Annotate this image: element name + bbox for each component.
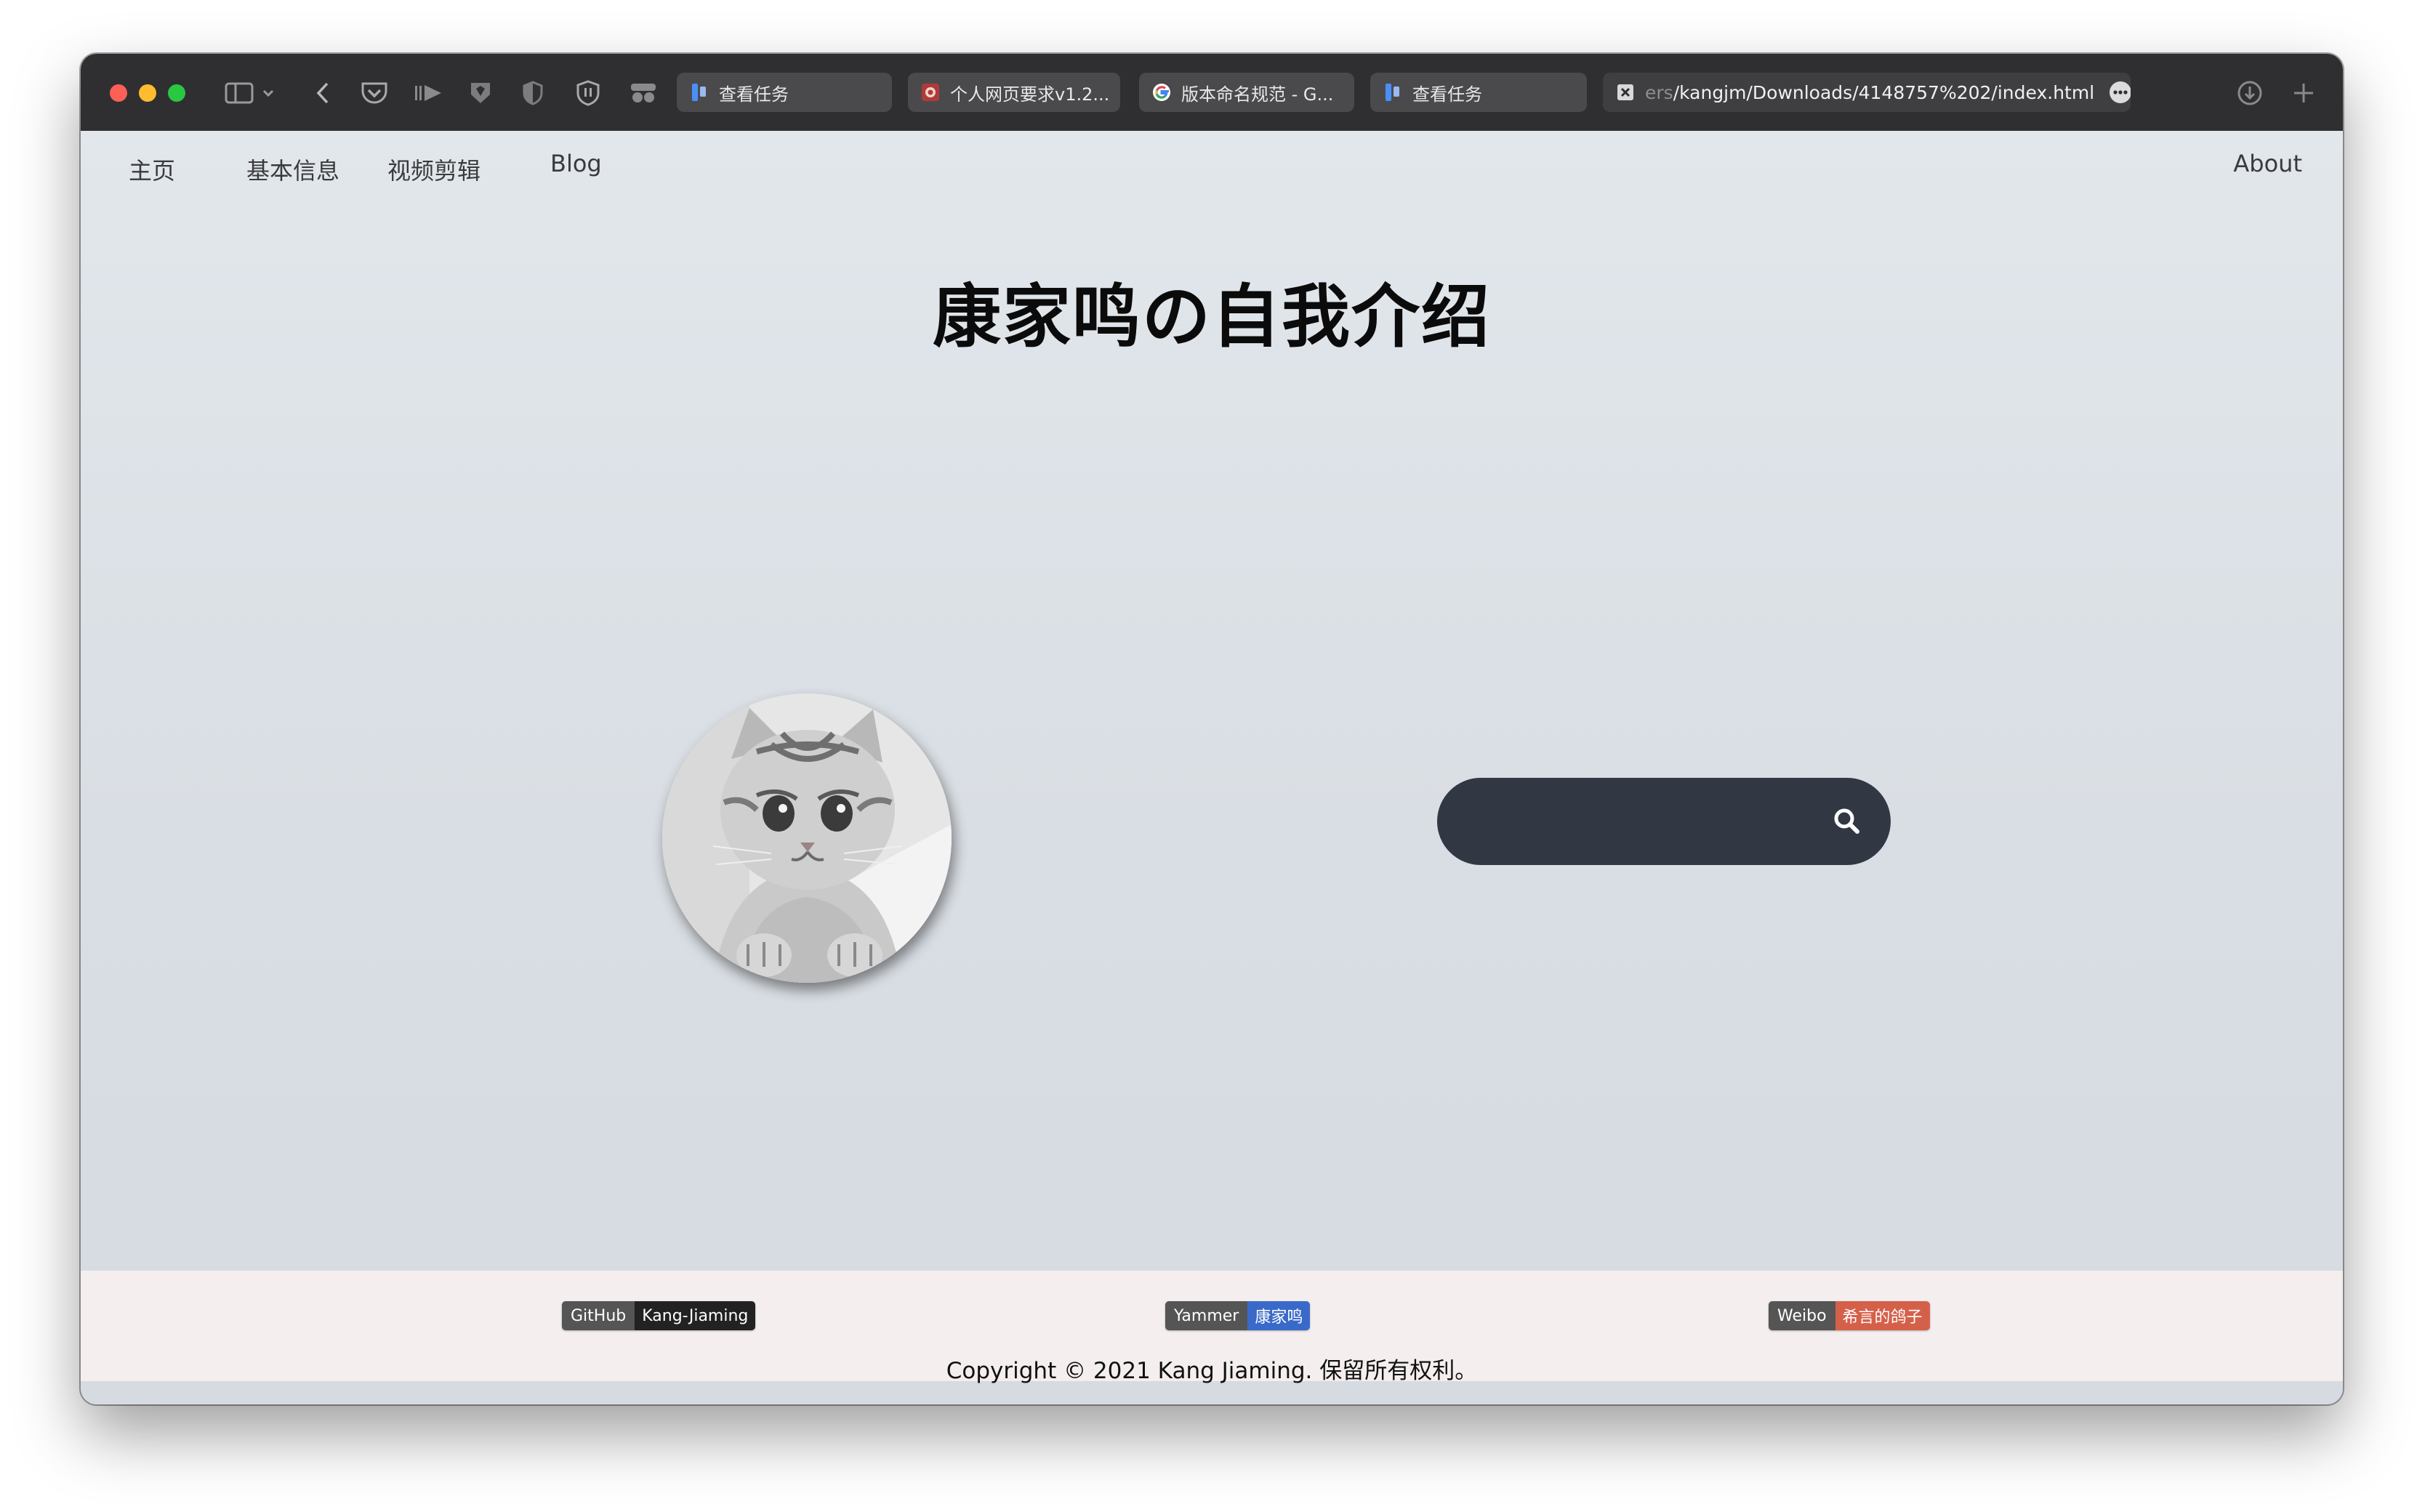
avatar — [662, 693, 952, 983]
badge-value: Kang-Jiaming — [635, 1301, 756, 1330]
nav-link-basic-info[interactable]: 基本信息 — [246, 153, 339, 186]
nav-link-blog[interactable]: Blog — [550, 150, 602, 177]
cat-photo-icon — [662, 693, 952, 983]
browser-tab[interactable]: 查看任务 — [677, 73, 892, 112]
chevron-down-icon[interactable] — [260, 79, 277, 108]
url-text[interactable]: ers/kangjm/Downloads/4148757%202/index.h… — [1645, 82, 2094, 103]
url-path: /kangjm/Downloads/4148757%202/index.html — [1673, 81, 2095, 103]
document-red-icon — [921, 83, 940, 102]
badge-value: 康家鸣 — [1247, 1301, 1311, 1330]
password-manager-icon[interactable] — [572, 79, 604, 108]
tab-title: 查看任务 — [1412, 84, 1482, 105]
tab-title: 查看任务 — [719, 84, 789, 105]
close-tab-icon[interactable] — [1616, 83, 1635, 102]
nav-link-about[interactable]: About — [2233, 150, 2302, 177]
back-icon[interactable] — [312, 79, 334, 108]
task-board-icon — [1383, 83, 1402, 102]
sidebar-toggle-icon[interactable] — [223, 79, 255, 108]
yammer-badge[interactable]: Yammer 康家鸣 — [1165, 1301, 1311, 1330]
privacy-shield-icon[interactable] — [518, 79, 547, 108]
downloads-icon[interactable] — [2234, 79, 2266, 108]
zoom-window-button[interactable] — [168, 84, 185, 102]
extension-shield-icon[interactable] — [466, 79, 495, 108]
badge-label: GitHub — [562, 1301, 635, 1330]
browser-tab[interactable]: 版本命名规范 - G... — [1139, 73, 1354, 112]
google-icon — [1152, 83, 1171, 102]
browser-window: 查看任务 个人网页要求v1.2... 版本命名规范 - G... 查看任务 er… — [81, 54, 2343, 1404]
close-window-button[interactable] — [110, 84, 127, 102]
reader-icon[interactable] — [412, 79, 444, 108]
copyright-text: Copyright © 2021 Kang Jiaming. 保留所有权利。 — [946, 1358, 1478, 1384]
page-title: 康家鸣の自我介绍 — [932, 278, 1491, 357]
search-input[interactable] — [1466, 800, 1818, 845]
badge-label: Weibo — [1769, 1301, 1835, 1330]
more-options-icon[interactable] — [2109, 81, 2131, 104]
browser-tab[interactable]: 个人网页要求v1.2... — [908, 73, 1120, 112]
nav-link-video-editing[interactable]: 视频剪辑 — [387, 153, 480, 186]
badge-label: Yammer — [1165, 1301, 1248, 1330]
tab-groups-icon[interactable] — [627, 79, 659, 108]
active-tab-address-bar[interactable]: ers/kangjm/Downloads/4148757%202/index.h… — [1603, 73, 2131, 112]
page-footer: GitHub Kang-Jiaming Yammer 康家鸣 Weibo 希言的… — [81, 1271, 2343, 1384]
task-board-icon — [690, 83, 709, 102]
nav-link-home[interactable]: 主页 — [129, 153, 175, 186]
pocket-icon[interactable] — [358, 79, 390, 108]
minimize-window-button[interactable] — [139, 84, 156, 102]
new-tab-icon[interactable] — [2288, 79, 2320, 108]
search-icon[interactable] — [1831, 805, 1863, 837]
badge-value: 希言的鸽子 — [1835, 1301, 1930, 1330]
browser-toolbar: 查看任务 个人网页要求v1.2... 版本命名规范 - G... 查看任务 er… — [81, 54, 2343, 132]
tab-title: 版本命名规范 - G... — [1181, 84, 1334, 105]
desktop-background: 查看任务 个人网页要求v1.2... 版本命名规范 - G... 查看任务 er… — [0, 0, 2425, 1512]
tab-title: 个人网页要求v1.2... — [950, 84, 1110, 105]
browser-tab[interactable]: 查看任务 — [1370, 73, 1587, 112]
search-box — [1437, 778, 1891, 865]
github-badge[interactable]: GitHub Kang-Jiaming — [562, 1301, 756, 1330]
url-prefix: ers — [1645, 81, 1673, 103]
weibo-badge[interactable]: Weibo 希言的鸽子 — [1769, 1301, 1930, 1330]
web-page: 主页 基本信息 视频剪辑 Blog About 康家鸣の自我介绍 GitHub … — [81, 131, 2343, 1404]
